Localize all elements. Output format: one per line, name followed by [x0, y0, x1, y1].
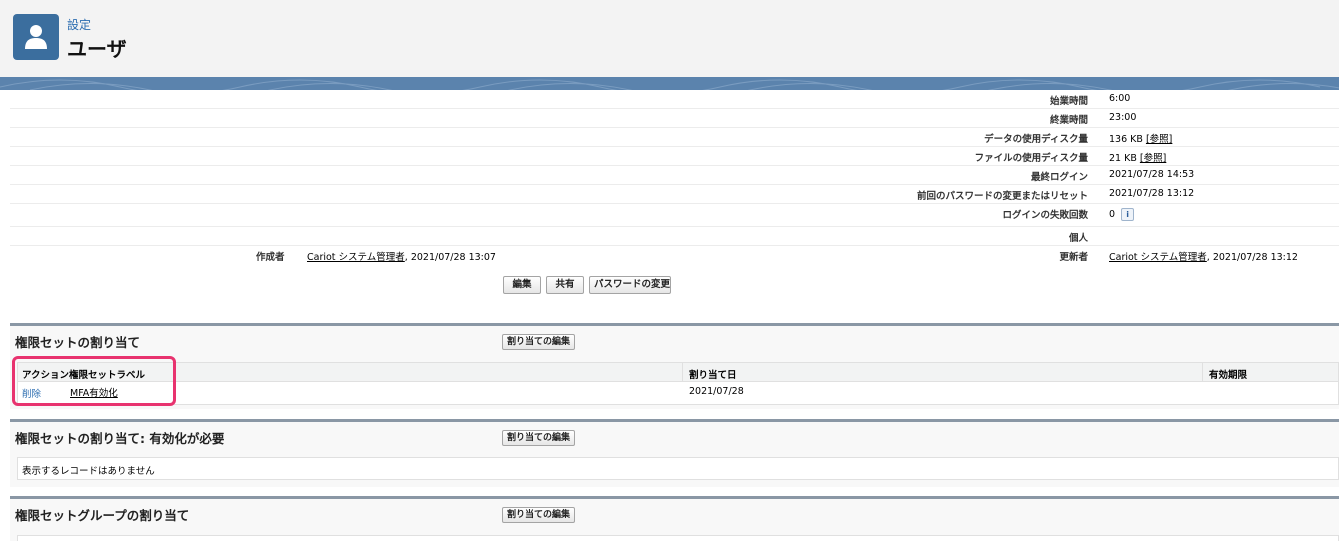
edit-assignments-button[interactable]: 割り当ての編集: [502, 430, 576, 446]
detail-label: ログインの失敗回数: [1002, 210, 1088, 221]
detail-value: 136 KB [参照]: [1109, 131, 1172, 145]
column-divider: [682, 363, 683, 382]
detail-label: ファイルの使用ディスク量: [974, 153, 1088, 164]
edit-button[interactable]: 編集: [503, 276, 541, 294]
detail-value: 0 i: [1109, 208, 1135, 221]
page-title: ユーザ: [67, 37, 127, 61]
activation-table: 表示するレコードはありません: [17, 457, 1339, 480]
detail-label: 個人: [1068, 233, 1088, 244]
modified-by-value: Cariot システム管理者, 2021/07/28 13:12: [1109, 249, 1298, 263]
detail-label: 終業時間: [1049, 115, 1088, 126]
table-header-row: アクション 権限セットラベル 割り当て日 有効期限: [18, 363, 1338, 382]
detail-value: 6:00: [1109, 93, 1131, 104]
view-data-storage-link[interactable]: [参照]: [1146, 134, 1172, 145]
detail-row-password-change: 前回のパスワードの変更またはリセット 2021/07/28 13:12: [10, 185, 1339, 204]
section-title: 権限セットの割り当て: [15, 335, 141, 350]
breadcrumb[interactable]: 設定: [67, 16, 91, 33]
column-header-expiration[interactable]: 有効期限: [1209, 367, 1247, 381]
detail-row-data-storage: データの使用ディスク量 136 KB [参照]: [10, 128, 1339, 147]
modified-by-label: 更新者: [1059, 252, 1088, 263]
detail-value: 23:00: [1109, 112, 1137, 123]
detail-value: 21 KB [参照]: [1109, 150, 1166, 164]
permission-set-table: アクション 権限セットラベル 割り当て日 有効期限 削除 MFA有効化 2021…: [17, 362, 1339, 405]
storage-value: 21 KB: [1109, 153, 1137, 164]
decorative-band: [0, 77, 1339, 90]
no-records-text: 表示するレコードはありません: [22, 466, 155, 477]
created-date: , 2021/07/28 13:07: [404, 252, 496, 263]
permission-set-assignments-section: 権限セットの割り当て 割り当ての編集 アクション 権限セットラベル 割り当て日 …: [10, 323, 1339, 409]
detail-row-failed-logins: ログインの失敗回数 0 i: [10, 204, 1339, 227]
created-by-user-link[interactable]: Cariot システム管理者: [307, 252, 405, 263]
detail-row-last-login: 最終ログイン 2021/07/28 14:53: [10, 166, 1339, 185]
detail-row-personal: 個人: [10, 227, 1339, 246]
modified-by-user-link[interactable]: Cariot システム管理者: [1109, 252, 1207, 263]
detail-label: 始業時間: [1049, 96, 1088, 107]
storage-value: 136 KB: [1109, 134, 1143, 145]
detail-value: 2021/07/28 13:12: [1109, 188, 1195, 199]
permission-set-group-section: 権限セットグループの割り当て 割り当ての編集: [10, 496, 1339, 541]
detail-row-start-time: 始業時間 6:00: [10, 90, 1339, 109]
share-button[interactable]: 共有: [546, 276, 584, 294]
detail-row-audit: 作成者 Cariot システム管理者, 2021/07/28 13:07 更新者…: [10, 246, 1339, 265]
permission-set-group-table: [17, 535, 1339, 541]
info-icon[interactable]: i: [1121, 208, 1135, 221]
table-row: 削除 MFA有効化 2021/07/28: [18, 382, 1338, 403]
detail-row-file-storage: ファイルの使用ディスク量 21 KB [参照]: [10, 147, 1339, 166]
column-header-assigned-date[interactable]: 割り当て日: [689, 367, 737, 381]
user-icon: [13, 14, 59, 60]
column-divider: [1202, 363, 1203, 382]
detail-label: 最終ログイン: [1030, 172, 1088, 183]
change-password-button[interactable]: パスワードの変更: [589, 276, 671, 294]
created-by-value: Cariot システム管理者, 2021/07/28 13:07: [307, 249, 496, 263]
section-title: 権限セットグループの割り当て: [15, 508, 190, 523]
modified-date: , 2021/07/28 13:12: [1206, 252, 1298, 263]
detail-value: 2021/07/28 14:53: [1109, 169, 1195, 180]
permission-set-activation-section: 権限セットの割り当て: 有効化が必要 割り当ての編集 表示するレコードはありませ…: [10, 419, 1339, 487]
view-file-storage-link[interactable]: [参照]: [1140, 153, 1166, 164]
section-title: 権限セットの割り当て: 有効化が必要: [15, 431, 225, 446]
detail-label: 前回のパスワードの変更またはリセット: [916, 191, 1088, 202]
highlight-box: [12, 356, 176, 406]
edit-assignments-button[interactable]: 割り当ての編集: [502, 507, 576, 523]
assigned-date: 2021/07/28: [689, 386, 744, 397]
detail-row-end-time: 終業時間 23:00: [10, 109, 1339, 128]
detail-label: データの使用ディスク量: [984, 134, 1088, 145]
page-header: 設定 ユーザ: [0, 0, 1339, 77]
edit-assignments-button[interactable]: 割り当ての編集: [502, 334, 576, 350]
created-by-label: 作成者: [256, 252, 285, 263]
failed-login-count: 0: [1109, 209, 1116, 220]
